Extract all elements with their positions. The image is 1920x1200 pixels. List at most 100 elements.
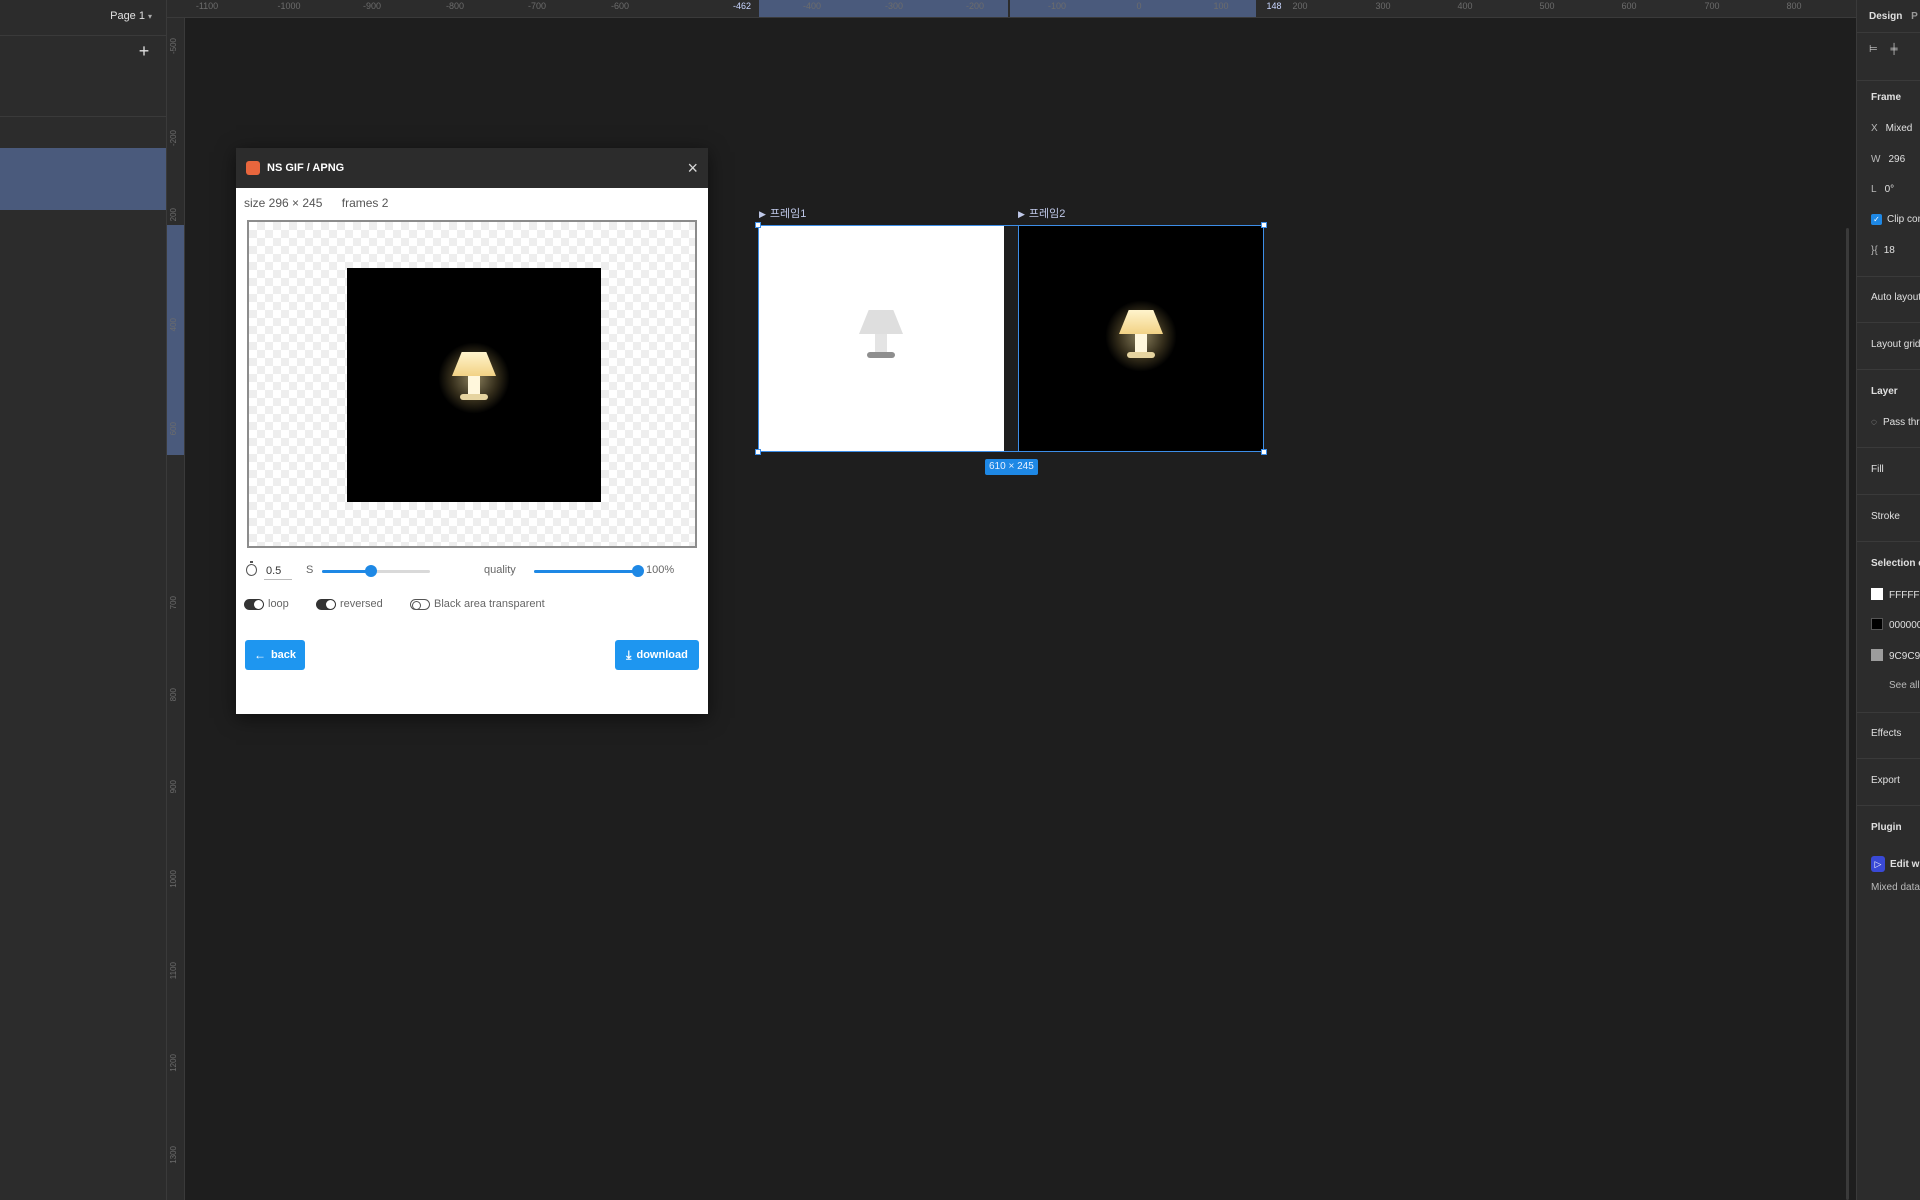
blend-mode-select[interactable]: ◌Pass through [1871,417,1920,428]
see-all-colors-link[interactable]: See all [1889,680,1920,691]
quality-slider[interactable] [534,565,644,577]
layout-grid-section[interactable]: Layout grid [1871,339,1920,350]
ruler-highlight [167,225,184,455]
delay-unit: S [306,564,314,576]
divider [1857,758,1920,759]
divider [1857,494,1920,495]
canvas-scrollbar[interactable] [1846,228,1849,1200]
loop-toggle[interactable]: loop [244,598,289,610]
resize-handle[interactable] [755,449,761,455]
selected-layer-row[interactable] [0,148,166,210]
plugin-item[interactable]: ▷Edit with [1871,856,1920,872]
left-ruler: -500 -200 200 400 600 700 800 900 1000 1100 1200 13… [167,18,185,1200]
align-left-icon[interactable]: ⊨ ╪ [1869,44,1898,55]
loop-switch[interactable] [244,598,264,610]
stroke-section-header[interactable]: Stroke [1871,511,1900,522]
reversed-switch[interactable] [316,598,336,610]
rotation-field[interactable]: L 0° [1871,184,1894,195]
frames-label: frames 2 [341,196,389,210]
ruler-tick: -300 [884,1,904,11]
close-icon[interactable]: × [687,159,698,177]
ruler-tick: 600 [169,422,178,436]
delay-slider-handle[interactable] [364,565,377,577]
ruler-tick: 1200 [169,1054,178,1072]
selection-box[interactable] [755,222,1267,455]
dialog-title: NS GIF / APNG [267,162,345,174]
resize-handle[interactable] [1261,222,1267,228]
color-row[interactable]: 000000 [1871,618,1920,631]
preview-frame-image [347,268,601,502]
plugin-logo-icon [246,161,260,175]
dialog-header: NS GIF / APNG × [236,148,708,188]
color-swatch[interactable] [1871,618,1883,630]
frame-2-label[interactable]: ▶ 프레임2 [1018,205,1065,221]
layer-section-header: Layer [1871,386,1898,397]
ruler-tick: -400 [802,1,822,11]
frame-section-header[interactable]: Frame [1871,92,1901,103]
size-label: size 296 × 245 [244,196,323,210]
width-field[interactable]: W 296 [1871,154,1905,165]
fill-section-header[interactable]: Fill [1871,464,1884,475]
reversed-label: reversed [340,598,383,610]
ruler-tick: 1100 [169,962,178,980]
ruler-tick: 1300 [169,1146,178,1164]
ruler-tick: 200 [169,208,178,222]
frame-2[interactable] [1018,226,1263,451]
divider [1857,541,1920,542]
reversed-toggle[interactable]: reversed [316,598,383,610]
quality-label: quality [484,564,516,576]
align-center-icon[interactable]: ╪ [1891,44,1898,55]
back-button-label: back [270,649,297,661]
divider [1857,80,1920,81]
delay-input[interactable] [264,562,292,580]
auto-layout-section[interactable]: Auto layout [1871,292,1920,303]
ruler-tick: -200 [965,1,985,11]
frame-1[interactable] [759,226,1004,451]
ruler-tick: -200 [169,130,178,147]
divider [1857,447,1920,448]
options-row: loop reversed Black area transparent [244,598,700,614]
add-page-button[interactable]: + [136,42,152,60]
blend-mode-icon: ◌ [1871,417,1877,428]
export-section-header[interactable]: Export [1871,775,1900,786]
effects-section-header[interactable]: Effects [1871,728,1901,739]
chevron-down-icon: ▾ [147,12,152,21]
ruler-tick: 400 [169,318,178,332]
color-row[interactable]: 9C9C9C [1871,649,1920,662]
frame-1-label[interactable]: ▶ 프레임1 [759,205,806,221]
plugin-play-icon: ▷ [1871,856,1885,872]
download-button[interactable]: ⤓ download [615,640,699,670]
size-info: size 296 × 245 frames 2 [244,196,404,210]
resize-handle[interactable] [1261,449,1267,455]
back-button[interactable]: ← back [245,640,305,670]
delay-slider[interactable] [322,565,430,577]
color-swatch[interactable] [1871,649,1883,661]
color-row[interactable]: FFFFFF [1871,588,1920,601]
ruler-tick: 700 [1704,1,1720,11]
divider [1857,322,1920,323]
page-selector[interactable]: Page 1 ▾ [110,10,152,22]
divider [1857,712,1920,713]
selection-size-badge: 610 × 245 [985,459,1038,475]
black-transparent-switch[interactable] [410,598,430,610]
plugin-section-header: Plugin [1871,822,1902,833]
gif-export-dialog: NS GIF / APNG × size 296 × 245 frames 2 … [236,148,708,714]
quality-slider-handle[interactable] [632,565,644,577]
resize-handle[interactable] [755,222,761,228]
ruler-tick: -1000 [277,1,301,11]
quality-value: 100% [646,564,675,576]
ruler-tick: 600 [1621,1,1637,11]
divider [1857,805,1920,806]
black-transparent-toggle[interactable]: Black area transparent [410,598,545,610]
x-field[interactable]: X Mixed [1871,123,1912,134]
spacing-field[interactable]: }{18 [1871,245,1895,256]
layers-panel: Page 1 ▾ + [0,0,167,1200]
color-swatch[interactable] [1871,588,1883,600]
ruler-tick: -600 [610,1,630,11]
divider [1857,276,1920,277]
page-selector-label: Page 1 [110,10,145,22]
tab-design[interactable]: Design P [1869,11,1918,22]
clip-content-checkbox[interactable]: ✓Clip content [1871,214,1920,225]
ruler-tick: 0 [1136,1,1142,11]
arrow-left-icon: ← [253,648,266,662]
